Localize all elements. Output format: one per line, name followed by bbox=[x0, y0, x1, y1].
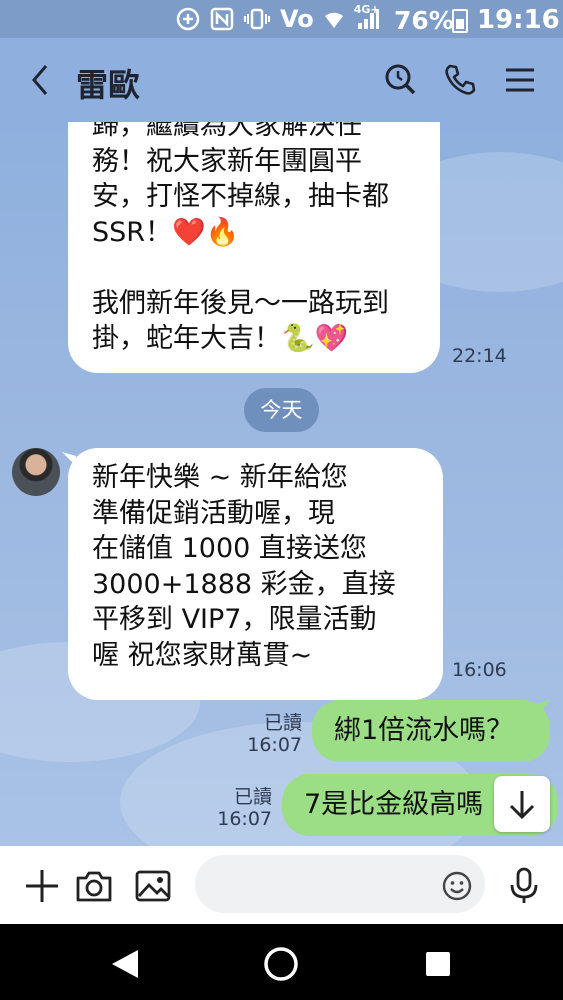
message-text: 7是比金級高嗎 bbox=[304, 789, 484, 820]
emoji-icon bbox=[442, 871, 472, 901]
home-icon bbox=[264, 947, 298, 981]
image-icon bbox=[135, 870, 171, 902]
message-timestamp: 22:14 bbox=[452, 345, 507, 367]
nav-back-button[interactable] bbox=[108, 946, 144, 982]
message-input-bar bbox=[0, 846, 563, 924]
signal-indicator: 4G+ bbox=[354, 3, 380, 31]
message-line: 我們新年後見～一路玩到 bbox=[92, 287, 389, 319]
read-receipt: 已讀 bbox=[233, 786, 272, 808]
clock: 19:16 bbox=[477, 5, 560, 35]
plus-icon bbox=[26, 870, 58, 902]
message-line: 平移到 VIP7，限量活動 bbox=[92, 604, 377, 635]
recents-icon bbox=[426, 952, 450, 976]
nav-back-icon bbox=[112, 950, 138, 978]
navigation-bar bbox=[0, 924, 563, 1000]
nav-home-button[interactable] bbox=[263, 946, 299, 982]
outgoing-message-bubble[interactable]: 綁1倍流水嗎？ bbox=[312, 700, 550, 762]
phone-icon bbox=[445, 64, 476, 95]
date-divider: 今天 bbox=[244, 388, 319, 432]
message-line: 新年快樂 ~ 新年給您 bbox=[92, 462, 348, 493]
gallery-button[interactable] bbox=[133, 866, 173, 906]
contact-name[interactable]: 雷歐 bbox=[76, 60, 140, 106]
message-line: 掛，蛇年大吉！🐍💖 bbox=[92, 323, 349, 354]
message-timestamp: 16:07 bbox=[217, 808, 272, 830]
message-line: 安，打怪不掉線，抽卡都 bbox=[92, 181, 389, 212]
scroll-to-bottom-button[interactable] bbox=[494, 776, 550, 832]
status-bar: Vo 4G+ 76% 19:16 bbox=[0, 0, 563, 38]
volte-label: Vo bbox=[280, 5, 314, 33]
camera-button[interactable] bbox=[74, 866, 114, 906]
emoji-button[interactable] bbox=[442, 871, 472, 901]
message-line: 在儲值 1000 直接送您 bbox=[92, 533, 367, 564]
nav-recents-button[interactable] bbox=[420, 946, 456, 982]
read-receipt: 已讀 bbox=[263, 712, 302, 734]
arrow-down-icon bbox=[509, 791, 535, 820]
message-text: 綁1倍流水嗎？ bbox=[334, 715, 514, 746]
chat-area[interactable]: 歸，繼續為大家解決任 務！祝大家新年團圓平 安，打怪不掉線，抽卡都 SSR！❤️… bbox=[0, 122, 563, 846]
message-timestamp: 16:06 bbox=[452, 659, 507, 681]
wifi-icon bbox=[324, 12, 343, 28]
nfc-icon bbox=[210, 7, 234, 31]
back-button[interactable] bbox=[26, 62, 56, 98]
message-line bbox=[92, 250, 416, 286]
data-saver-icon bbox=[176, 7, 200, 31]
status-icons: Vo 4G+ bbox=[176, 3, 380, 33]
menu-icon bbox=[506, 68, 534, 92]
search-icon bbox=[385, 64, 416, 95]
message-line: 3000+1888 彩金，直接 bbox=[92, 568, 396, 600]
search-button[interactable] bbox=[382, 62, 418, 98]
message-line: 歸，繼續為大家解決任 bbox=[92, 122, 362, 141]
camera-icon bbox=[76, 871, 112, 902]
bubble-tail bbox=[534, 700, 550, 716]
chat-header: 雷歐 bbox=[0, 38, 563, 122]
message-line: 準備促銷活動喔，現 bbox=[92, 497, 335, 529]
vibrate-icon bbox=[244, 8, 270, 30]
message-timestamp: 16:07 bbox=[247, 734, 302, 756]
back-icon bbox=[32, 65, 48, 95]
call-button[interactable] bbox=[442, 62, 478, 98]
avatar[interactable] bbox=[12, 448, 60, 496]
menu-button[interactable] bbox=[502, 62, 538, 98]
incoming-message-bubble[interactable]: 歸，繼續為大家解決任 務！祝大家新年團圓平 安，打怪不掉線，抽卡都 SSR！❤️… bbox=[68, 122, 440, 373]
battery-icon bbox=[452, 9, 468, 33]
incoming-message-bubble[interactable]: 新年快樂 ~ 新年給您 準備促銷活動喔，現 在儲值 1000 直接送您 3000… bbox=[68, 448, 443, 700]
voice-button[interactable] bbox=[504, 866, 544, 906]
add-button[interactable] bbox=[22, 866, 62, 906]
message-line: 務！祝大家新年團圓平 bbox=[92, 145, 362, 177]
mic-icon bbox=[510, 867, 538, 903]
signal-icon bbox=[357, 9, 379, 29]
message-line: 喔 祝您家財萬貫~ bbox=[92, 639, 313, 671]
message-line: SSR！❤️🔥 bbox=[92, 216, 240, 248]
battery-percent: 76% bbox=[394, 6, 454, 35]
